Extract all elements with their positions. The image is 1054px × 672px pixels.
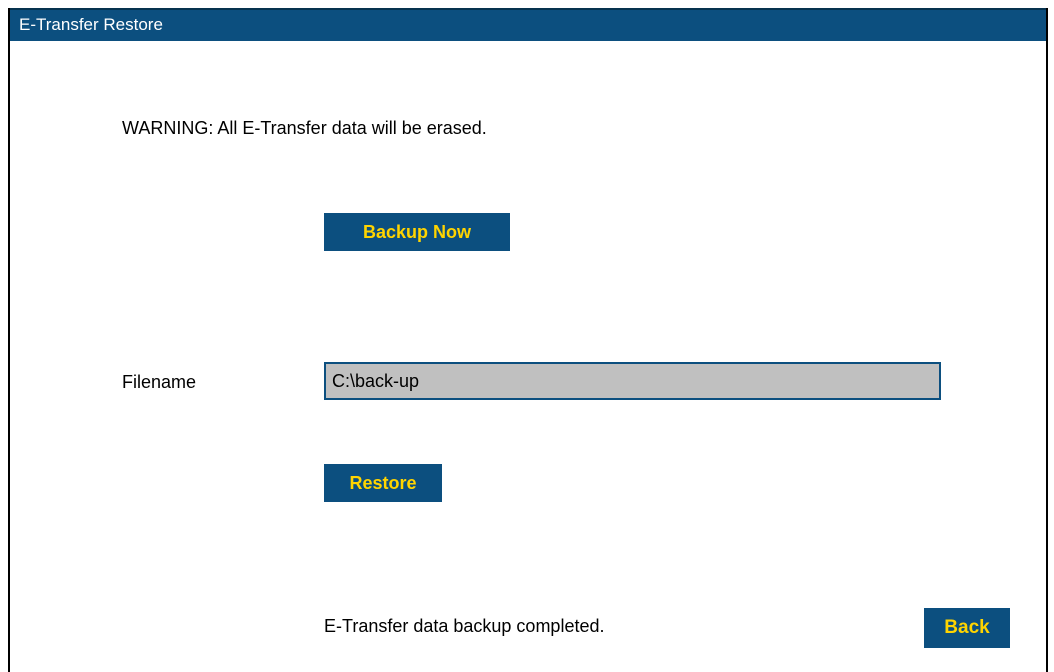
warning-message: WARNING: All E-Transfer data will be era… [122,118,487,138]
title-bar: E-Transfer Restore [10,8,1046,41]
back-button[interactable]: Back [924,608,1010,648]
filename-label: Filename [122,372,197,392]
filename-input[interactable] [324,362,941,400]
restore-window: E-Transfer Restore WARNING: All E-Transf… [8,8,1048,672]
status-message: E-Transfer data backup completed. [324,616,605,636]
window-title: E-Transfer Restore [19,15,163,34]
backup-now-button[interactable]: Backup Now [324,213,510,251]
restore-button[interactable]: Restore [324,464,442,502]
